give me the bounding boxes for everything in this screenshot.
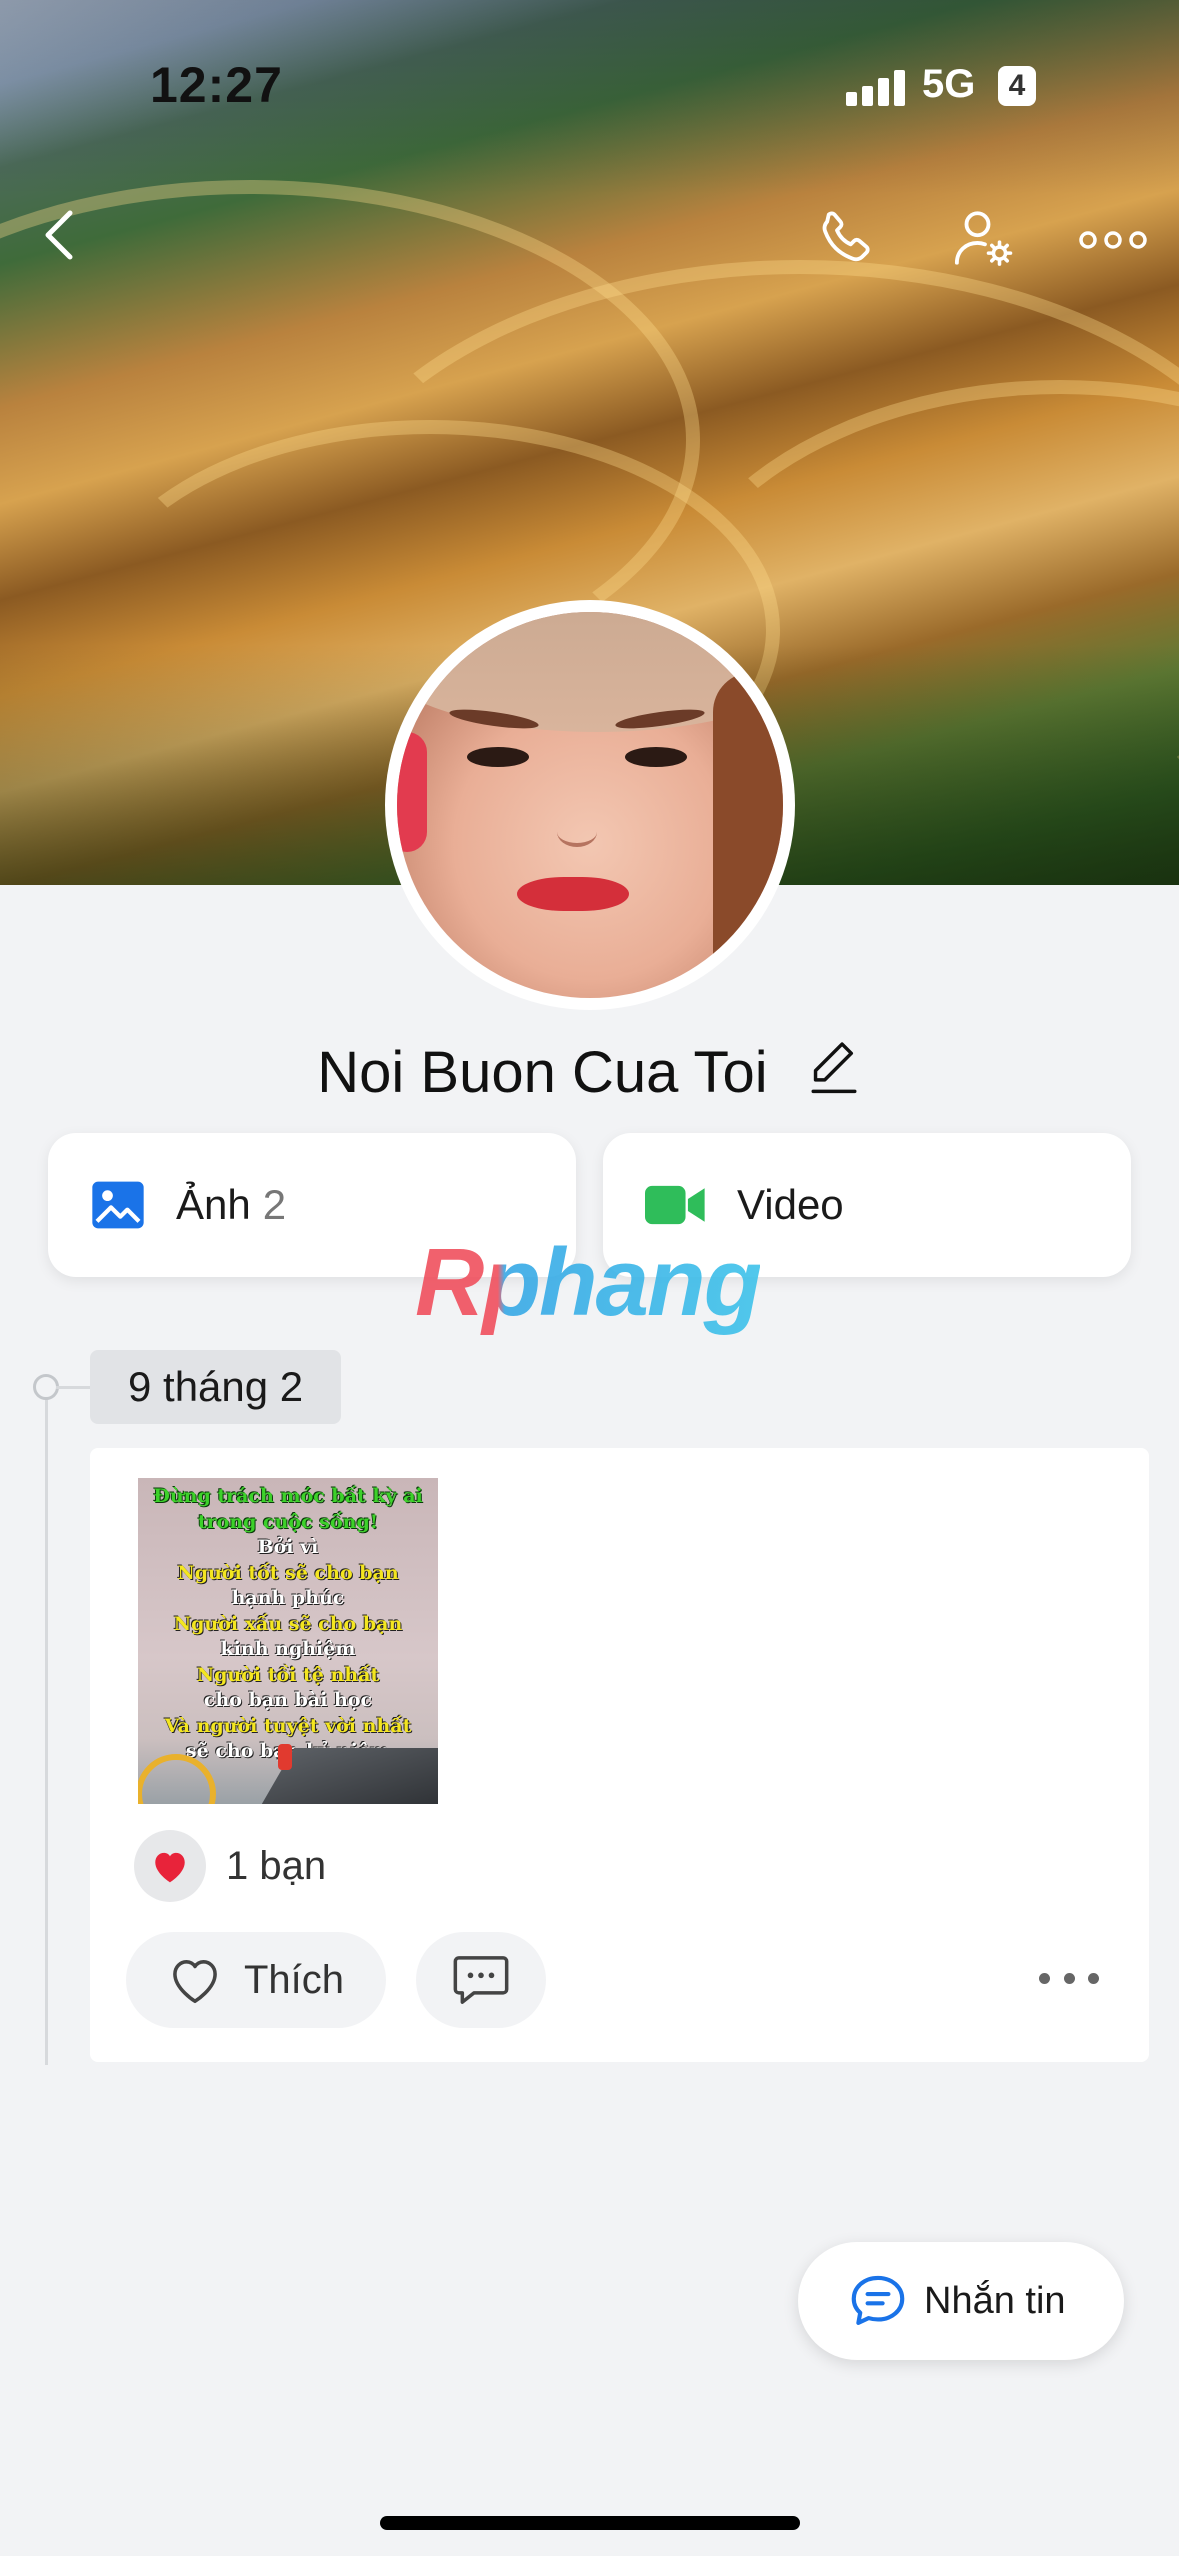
phone-icon — [822, 211, 870, 262]
video-camera-icon — [645, 1185, 705, 1225]
battery-icon: 4 — [998, 66, 1036, 106]
post-image-line: kinh nghiệm — [220, 1638, 356, 1660]
post-card: Đừng trách móc bất kỳ ai trong cuộc sống… — [90, 1448, 1149, 2062]
send-message-button[interactable]: Nhắn tin — [798, 2242, 1124, 2360]
more-options-button[interactable] — [1078, 228, 1148, 252]
status-time: 12:27 — [150, 57, 283, 113]
back-button[interactable] — [40, 205, 80, 265]
pencil-icon — [811, 1042, 857, 1093]
post-image-line: Người tồi tệ nhất — [196, 1663, 380, 1686]
profile-name-row: Noi Buon Cua Toi — [0, 1035, 1179, 1110]
send-message-label: Nhắn tin — [924, 2279, 1066, 2322]
edit-name-button[interactable] — [806, 1036, 862, 1110]
post-image-line: hạnh phúc — [231, 1587, 345, 1609]
post-image-line: Và người tuyệt vời nhất — [164, 1714, 412, 1737]
timeline-tick — [56, 1386, 90, 1389]
avatar-photo — [397, 612, 783, 998]
reaction-heart — [134, 1830, 206, 1902]
videos-label: Video — [737, 1181, 844, 1228]
heart-outline-icon — [173, 1960, 217, 2004]
profile-page: 12:27 5G 4 Noi Buon Cua Toi Ảnh 2 Video … — [0, 0, 1179, 2556]
profile-avatar[interactable] — [385, 600, 795, 1010]
post-image-line: trong cuộc sống! — [197, 1510, 379, 1533]
home-indicator[interactable] — [380, 2516, 800, 2530]
comment-button[interactable] — [416, 1932, 546, 2028]
chat-bubble-icon — [851, 2275, 905, 2325]
photos-label: Ảnh — [176, 1181, 251, 1228]
comment-icon — [453, 1956, 509, 2004]
signal-icon — [846, 70, 906, 106]
post-more-button[interactable] — [1029, 1958, 1109, 1998]
chevron-left-icon — [45, 210, 73, 260]
profile-settings-button[interactable] — [950, 205, 1016, 271]
like-label: Thích — [244, 1957, 345, 2002]
image-icon — [92, 1181, 144, 1229]
post-image[interactable]: Đừng trách móc bất kỳ ai trong cuộc sống… — [138, 1478, 438, 1804]
post-image-line: Đừng trách móc bất kỳ ai — [153, 1485, 423, 1507]
timeline-line — [45, 1385, 48, 2065]
user-settings-icon — [954, 211, 1013, 266]
profile-name: Noi Buon Cua Toi — [317, 1040, 768, 1106]
post-image-line: cho bạn bài học — [203, 1689, 373, 1711]
call-button[interactable] — [815, 205, 881, 271]
reaction-count: 1 bạn — [226, 1843, 327, 1888]
heart-icon — [155, 1852, 185, 1883]
post-image-line: Bởi vì — [257, 1536, 319, 1558]
like-button[interactable]: Thích — [126, 1932, 386, 2028]
more-horizontal-icon — [1079, 231, 1147, 249]
post-image-line: Người tốt sẽ cho bạn — [177, 1561, 399, 1584]
network-type: 5G — [922, 62, 976, 106]
timeline-date: 9 tháng 2 — [90, 1350, 342, 1424]
watermark-logo: Rphang — [415, 1229, 762, 1336]
post-image-line: Người xấu sẽ cho bạn — [173, 1612, 403, 1635]
reaction-summary[interactable]: 1 bạn — [134, 1830, 326, 1902]
photos-count: 2 — [262, 1181, 287, 1228]
